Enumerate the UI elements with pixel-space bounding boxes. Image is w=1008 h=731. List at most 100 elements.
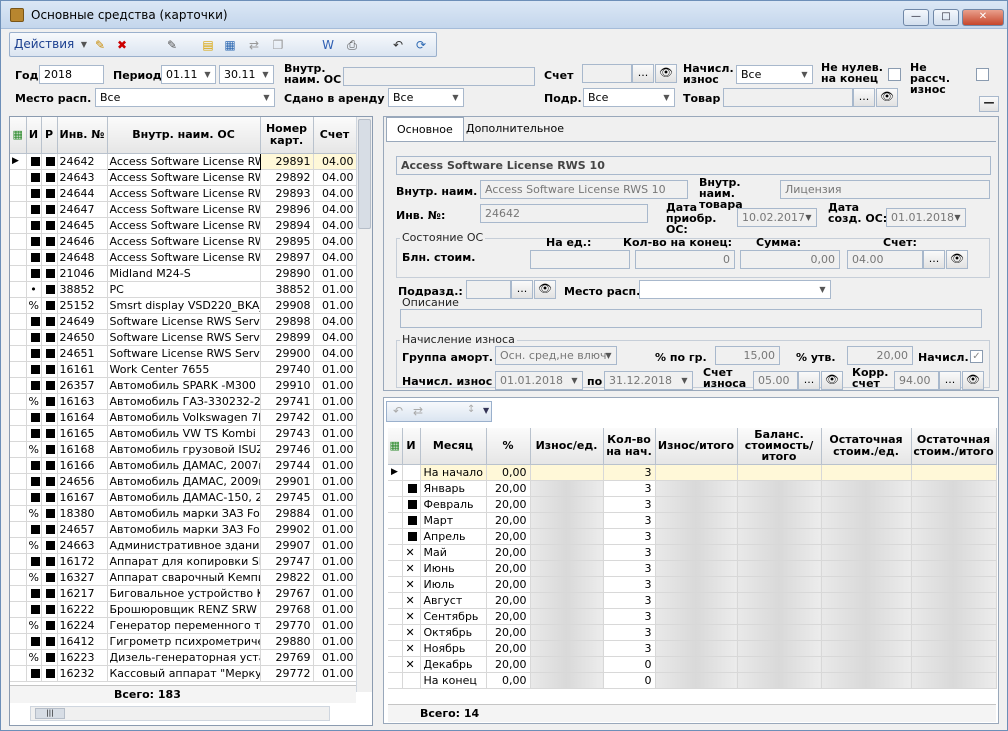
period-from-input[interactable]: 01.11 ▼ [161, 65, 216, 84]
collapse-button[interactable]: — [979, 96, 999, 112]
chevron-down-icon[interactable]: ▼ [801, 209, 816, 226]
chevron-down-icon[interactable]: ▼ [677, 372, 692, 389]
month-row[interactable]: ▶ На начало 0,00 3 [388, 464, 997, 481]
eye-icon[interactable]: 👁 [534, 280, 556, 299]
pct-ut-value[interactable]: 20,00 [847, 346, 913, 365]
tab-extra[interactable]: Дополнительное [456, 117, 574, 141]
place-select[interactable]: Все ▼ [95, 88, 275, 107]
chevron-down-icon[interactable]: ▼ [258, 66, 273, 83]
card-inner-input[interactable]: Access Software License RWS 10 [480, 180, 688, 199]
dep-acc-input[interactable]: 05.00 [753, 371, 798, 390]
subdiv-input[interactable] [466, 280, 511, 299]
month-row[interactable]: ✕ Ноябрь 20,00 3 [388, 640, 997, 657]
month-row[interactable]: ✕ Октябрь 20,00 3 [388, 624, 997, 641]
dept-select[interactable]: Все ▼ [583, 88, 675, 107]
card-goods-input[interactable]: Лицензия [780, 180, 990, 199]
table-row[interactable]: 16217 Биговальное устройство KL 29767 01.00 [10, 585, 357, 602]
maximize-button[interactable]: □ [933, 9, 959, 26]
chevron-down-icon[interactable]: ▼ [200, 66, 215, 83]
eye-icon[interactable]: 👁 [655, 64, 677, 83]
corr-input[interactable]: 94.00 [894, 371, 939, 390]
col-r[interactable]: Р [41, 117, 58, 154]
edit-icon[interactable]: ✎ [92, 37, 108, 53]
mcol-i[interactable]: И [402, 428, 421, 465]
charged-checkbox[interactable]: ✓ [970, 350, 983, 363]
actions-menu[interactable]: Действия [14, 37, 74, 51]
chevron-down-icon[interactable]: ▼ [483, 406, 489, 415]
month-row[interactable]: ✕ Декабрь 20,00 0 [388, 656, 997, 673]
period-to-input[interactable]: 30.11 ▼ [219, 65, 274, 84]
mcol-rest-total[interactable]: Остаточная стоим./итого [911, 428, 997, 465]
table-row[interactable]: • 38852 PC 38852 01.00 [10, 281, 357, 298]
table-row[interactable]: 24645 Access Software License RW 29894 04.0… [10, 217, 357, 234]
word-icon[interactable]: W [320, 37, 336, 53]
table-row[interactable]: 24649 Software License RWS Serve 29898 04.0… [10, 313, 357, 330]
table-row[interactable]: % 18380 Автомобиль марки ЗАЗ Forz 29884 01.0… [10, 505, 357, 522]
minimize-button[interactable]: — [903, 9, 929, 26]
mcol-pct[interactable]: % [486, 428, 531, 465]
table-row[interactable]: 24644 Access Software License RW 29893 04.0… [10, 185, 357, 202]
table-row[interactable]: 24646 Access Software License RW 29895 04.0… [10, 233, 357, 250]
month-row[interactable]: ✕ Сентябрь 20,00 3 [388, 608, 997, 625]
month-row[interactable]: Апрель 20,00 3 [388, 528, 997, 545]
mcol-dep-unit[interactable]: Износ/ед. [530, 428, 604, 465]
table-row[interactable]: 16166 Автомобиль ДАМАС, 2007г. 29744 01.00 [10, 457, 357, 474]
months-grid-icon[interactable]: ▦ [388, 428, 403, 465]
subdiv-lookup-button[interactable]: ... [511, 280, 533, 299]
scroll-thumb[interactable] [358, 119, 371, 229]
swap-icon[interactable]: ⇄ [413, 404, 423, 418]
table-row[interactable]: % 16327 Аппарат сварочный Кемпи 29822 01.00 [10, 569, 357, 586]
mcol-qty[interactable]: Кол-во на нач. [603, 428, 656, 465]
table-row[interactable]: 16161 Work Center 7655 29740 01.00 [10, 361, 357, 378]
from-input[interactable]: 01.01.2018 ▼ [495, 371, 583, 390]
refresh-gray-icon[interactable]: ⇄ [246, 37, 262, 53]
print-icon[interactable]: ⎙ [344, 37, 360, 53]
mcol-dep-total[interactable]: Износ/итого [655, 428, 738, 465]
table-row[interactable]: 16172 Аппарат для копировки SB 29747 01.00 [10, 553, 357, 570]
account-lookup-button[interactable]: ... [632, 64, 654, 83]
col-card[interactable]: Номер карт. [260, 117, 314, 154]
table-row[interactable]: % 16224 Генератор переменного ток 29770 01.0… [10, 617, 357, 634]
charged-select[interactable]: Все ▼ [736, 65, 813, 84]
report-icon[interactable]: ▦ [222, 37, 238, 53]
list-vertical-scrollbar[interactable] [356, 117, 372, 692]
actions-dropdown-icon[interactable]: ▼ [76, 37, 92, 53]
chevron-down-icon[interactable]: ▼ [601, 347, 616, 364]
rent-select[interactable]: Все ▼ [388, 88, 464, 107]
undo-icon[interactable]: ↶ [390, 37, 406, 53]
dep-acc-lookup-button[interactable]: ... [798, 371, 820, 390]
table-row[interactable]: 24647 Access Software License RW 29896 04.0… [10, 201, 357, 218]
month-row[interactable]: ✕ Май 20,00 3 [388, 544, 997, 561]
goods-lookup-button[interactable]: ... [853, 88, 875, 107]
month-row[interactable]: На конец 0,00 0 [388, 672, 997, 689]
card-inv-input[interactable]: 24642 [480, 204, 648, 223]
card-place-select[interactable]: ▼ [639, 280, 831, 299]
chevron-down-icon[interactable]: ▼ [567, 372, 582, 389]
table-row[interactable]: 26357 Автомобиль SPARK -M300 29910 01.00 [10, 377, 357, 394]
acc-lookup-button[interactable]: ... [923, 250, 945, 269]
col-name[interactable]: Внутр. наим. ОС [107, 117, 261, 154]
table-row[interactable]: 24643 Access Software License RW 29892 04.0… [10, 169, 357, 186]
eye-icon[interactable]: 👁 [946, 250, 968, 269]
col-i[interactable]: И [26, 117, 42, 154]
month-row[interactable]: ✕ Июль 20,00 3 [388, 576, 997, 593]
group-select[interactable]: Осн. сред,не влюч ▼ [495, 346, 617, 365]
desc-input[interactable] [400, 309, 982, 328]
pct-gr-value[interactable]: 15,00 [715, 346, 780, 365]
table-row[interactable]: 24648 Access Software License RW 29897 04.0… [10, 249, 357, 266]
col-inv[interactable]: Инв. № [57, 117, 108, 154]
month-row[interactable]: Февраль 20,00 3 [388, 496, 997, 513]
to-input[interactable]: 31.12.2018 ▼ [604, 371, 693, 390]
table-row[interactable]: % 25152 Smsrt display VSD220_BKA_ 29908 01.0… [10, 297, 357, 314]
hscroll-thumb[interactable]: ||| [35, 708, 65, 719]
table-row[interactable]: % 16168 Автомобиль грузовой ISUZ 29746 01.00 [10, 441, 357, 458]
table-row[interactable]: 24657 Автомобиль марки ЗАЗ Forz 29902 01.00 [10, 521, 357, 538]
table-row[interactable]: 16165 Автомобиль VW TS Kombi 7 29743 01.00 [10, 425, 357, 442]
chevron-down-icon[interactable]: ▼ [659, 89, 674, 106]
folder-icon[interactable]: ▤ [200, 37, 216, 53]
month-row[interactable]: ✕ Август 20,00 3 [388, 592, 997, 609]
inner-name-input[interactable] [343, 67, 535, 86]
month-row[interactable]: Март 20,00 3 [388, 512, 997, 529]
spin-icon[interactable]: ↕ [467, 404, 475, 415]
month-row[interactable]: Январь 20,00 3 [388, 480, 997, 497]
